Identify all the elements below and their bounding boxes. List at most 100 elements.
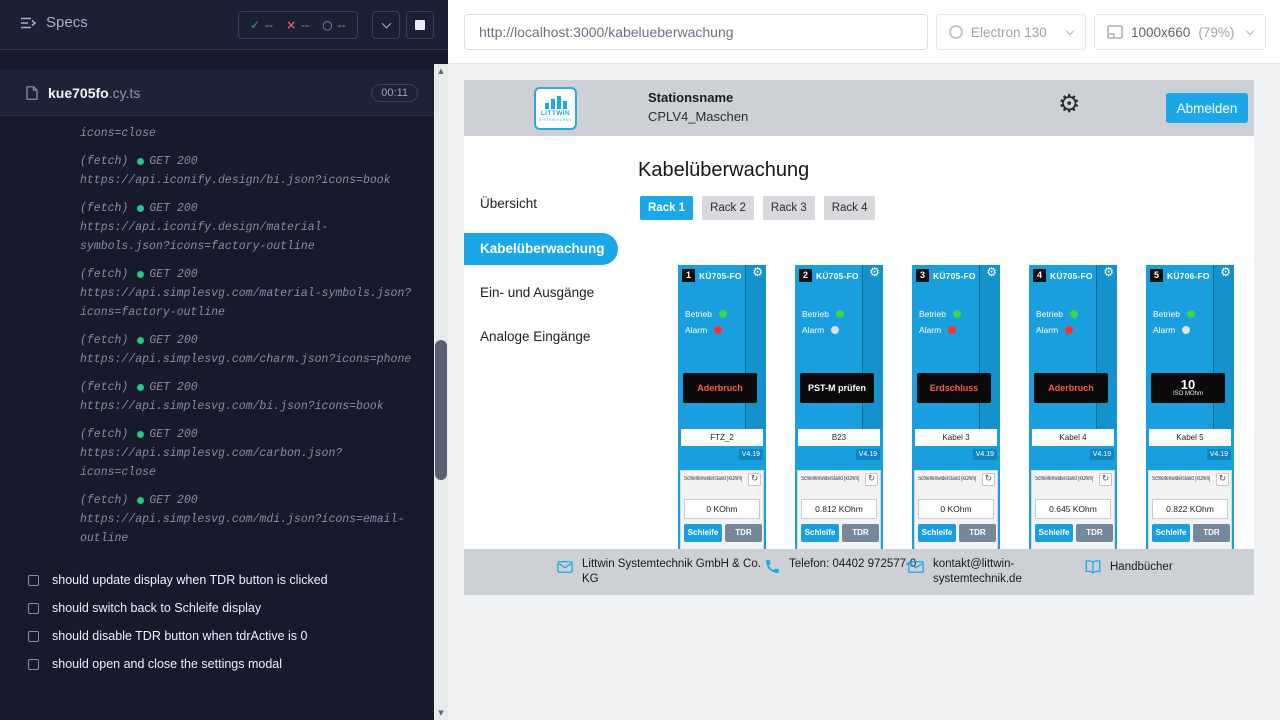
scroll-down-icon[interactable]: ▼ <box>434 706 448 720</box>
betrieb-led-row: Betrieb <box>1153 309 1195 319</box>
fetch-label: (fetch) <box>80 199 128 218</box>
command-log: icons=close (fetch) GET 200 https://api.… <box>80 124 414 557</box>
test-item[interactable]: should open and close the settings modal <box>0 650 434 678</box>
refresh-icon[interactable]: ↻ <box>1099 473 1112 486</box>
measurement-label: Schleifenwiderstand [kOhm] <box>1152 476 1210 482</box>
status-dot-icon <box>137 205 144 212</box>
card-settings-gear-icon[interactable]: ⚙ <box>752 265 763 279</box>
status-text: 10 <box>1181 378 1195 391</box>
card-side-strip <box>979 265 1000 429</box>
logout-button[interactable]: Abmelden <box>1166 93 1248 123</box>
log-entry: (fetch) GET 200 https://api.simplesvg.co… <box>80 378 414 416</box>
rack-tab[interactable]: Rack 2 <box>702 196 754 220</box>
rack-tab[interactable]: Rack 4 <box>824 196 876 220</box>
card-settings-gear-icon[interactable]: ⚙ <box>986 265 997 279</box>
scroll-up-icon[interactable]: ▲ <box>434 64 448 78</box>
test-item[interactable]: should disable TDR button when tdrActive… <box>0 622 434 650</box>
schleife-button[interactable]: Schleife <box>918 524 956 542</box>
stop-tests-button[interactable] <box>406 11 434 39</box>
status-display: 10 ISO MOhm <box>1151 373 1225 403</box>
status-badge: GET 200 <box>137 491 197 510</box>
url-input[interactable] <box>464 14 928 50</box>
email-icon <box>556 558 574 576</box>
station-name: CPLV4_Maschen <box>648 109 748 124</box>
test-item[interactable]: should switch back to Schleife display <box>0 594 434 622</box>
browser-toolbar: Electron 130 1000x660 (79%) <box>448 0 1280 64</box>
rack-tab[interactable]: Rack 3 <box>763 196 815 220</box>
status-badge: GET 200 <box>137 152 197 171</box>
measurement-label: Schleifenwiderstand [kOhm] <box>918 476 976 482</box>
tdr-button[interactable]: TDR <box>842 524 879 542</box>
alarm-label: Alarm <box>1153 325 1175 335</box>
footer-company: Littwin Systemtechnik GmbH & Co. KG <box>556 557 772 587</box>
log-entry: (fetch) GET 200 https://api.iconify.desi… <box>80 199 414 256</box>
card-settings-gear-icon[interactable]: ⚙ <box>1103 265 1114 279</box>
chevron-down-icon <box>1246 27 1254 35</box>
tdr-button[interactable]: TDR <box>1076 524 1113 542</box>
status-dot-icon <box>137 497 144 504</box>
test-state-icon <box>28 659 39 670</box>
card-number-badge: 3 <box>916 269 929 282</box>
scrollbar-thumb[interactable] <box>435 340 447 480</box>
specs-button[interactable]: Specs <box>20 14 88 31</box>
card-side-strip <box>862 265 883 429</box>
schleife-button[interactable]: Schleife <box>801 524 839 542</box>
schleife-button[interactable]: Schleife <box>1035 524 1073 542</box>
cypress-runner-panel: Specs ✓-- ×-- ○-- kue705fo.cy.ts 00:11 i… <box>0 0 448 720</box>
measurement-value: 0 KOhm <box>918 499 994 519</box>
status-dot-icon <box>137 158 144 165</box>
firmware-version: V4.19 <box>1207 449 1231 460</box>
status-display: Erdschluss <box>917 373 991 403</box>
book-icon <box>1084 558 1102 576</box>
tdr-button[interactable]: TDR <box>1193 524 1230 542</box>
betrieb-led-row: Betrieb <box>685 309 727 319</box>
station-label: Stationsname <box>648 90 733 105</box>
status-text: Erdschluss <box>930 383 979 393</box>
alarm-led <box>948 326 956 334</box>
settings-gear-icon[interactable]: ⚙ <box>1058 89 1080 118</box>
betrieb-label: Betrieb <box>802 309 829 319</box>
betrieb-label: Betrieb <box>1153 309 1180 319</box>
tdr-button[interactable]: TDR <box>725 524 762 542</box>
schleife-button[interactable]: Schleife <box>1152 524 1190 542</box>
schleife-button[interactable]: Schleife <box>684 524 722 542</box>
card-side-strip <box>1096 265 1117 429</box>
sidebar-item[interactable]: Übersicht <box>464 188 618 220</box>
refresh-icon[interactable]: ↻ <box>982 473 995 486</box>
viewport-selector[interactable]: 1000x660 (79%) <box>1094 14 1266 50</box>
viewport-size: 1000x660 <box>1131 25 1190 40</box>
fetch-label: (fetch) <box>80 152 128 171</box>
device-card: ⚙ 4 KÜ705-FO Betrieb Alarm Aderbruch Kab… <box>1029 265 1117 565</box>
device-card: ⚙ 3 KÜ705-FO Betrieb Alarm Erdschluss Ka… <box>912 265 1000 565</box>
tdr-button[interactable]: TDR <box>959 524 996 542</box>
sidebar-item[interactable]: Analoge Eingänge <box>464 321 618 353</box>
refresh-icon[interactable]: ↻ <box>1216 473 1229 486</box>
browser-selector[interactable]: Electron 130 <box>936 14 1086 50</box>
card-settings-gear-icon[interactable]: ⚙ <box>869 265 880 279</box>
sidebar-item[interactable]: Kabelüberwachung <box>464 233 618 265</box>
card-model-label: KÜ706-FO <box>1167 271 1210 281</box>
betrieb-led <box>836 310 844 318</box>
sidebar-item[interactable]: Ein- und Ausgänge <box>464 277 618 309</box>
footer-manuals[interactable]: Handbücher <box>1084 557 1173 576</box>
request-url: https://api.simplesvg.com/carbon.json?ic… <box>80 444 414 482</box>
refresh-icon[interactable]: ↻ <box>748 473 761 486</box>
test-item[interactable]: should update display when TDR button is… <box>0 566 434 594</box>
spec-file-icon <box>26 86 38 100</box>
collapse-button[interactable] <box>372 11 400 39</box>
rack-tab[interactable]: Rack 1 <box>640 196 693 220</box>
runner-scrollbar[interactable]: ▲ ▼ <box>434 64 448 720</box>
status-display: Aderbruch <box>1034 373 1108 403</box>
measurement-label: Schleifenwiderstand [kOhm] <box>1035 476 1093 482</box>
test-title: should switch back to Schleife display <box>52 601 261 615</box>
refresh-icon[interactable]: ↻ <box>865 473 878 486</box>
status-badge: GET 200 <box>137 199 197 218</box>
footer-email: kontakt@littwin-systemtechnik.de <box>907 557 1033 587</box>
alarm-label: Alarm <box>685 325 707 335</box>
spec-file-header[interactable]: kue705fo.cy.ts 00:11 <box>0 70 434 116</box>
status-badge: GET 200 <box>137 331 197 350</box>
firmware-version: V4.19 <box>973 449 997 460</box>
card-settings-gear-icon[interactable]: ⚙ <box>1220 265 1231 279</box>
stat-pending: ○-- <box>322 18 345 32</box>
betrieb-label: Betrieb <box>685 309 712 319</box>
